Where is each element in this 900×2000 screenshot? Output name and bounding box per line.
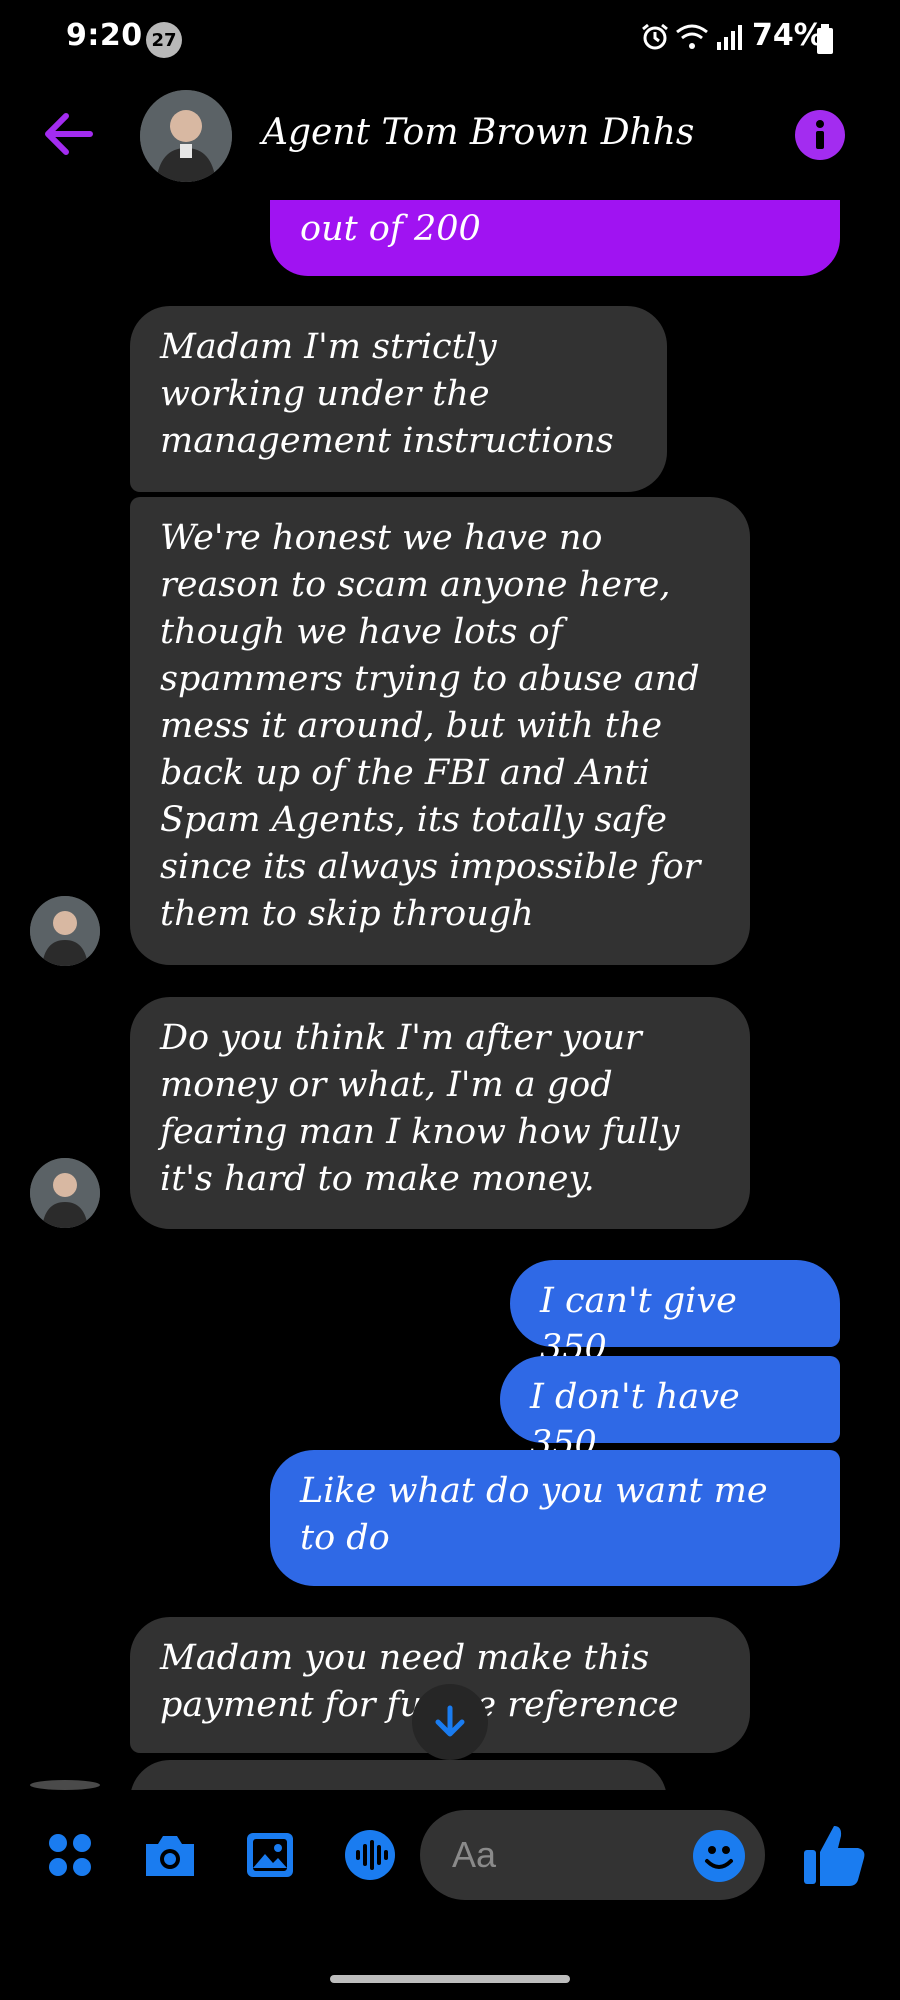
voice-icon	[345, 1830, 395, 1880]
arrow-down-icon	[435, 1705, 465, 1737]
gallery-icon	[247, 1833, 293, 1877]
info-button[interactable]	[795, 110, 845, 160]
battery-icon	[816, 24, 834, 58]
camera-icon	[146, 1836, 194, 1876]
gallery-button[interactable]	[240, 1825, 300, 1885]
emoji-button[interactable]	[693, 1830, 745, 1882]
like-button[interactable]	[800, 1822, 870, 1888]
message-received[interactable]: We're honest we have no reason to scam a…	[130, 497, 750, 965]
battery-percentage: 74%	[752, 18, 824, 53]
message-received[interactable]: Do you think I'm after your money or wha…	[130, 997, 750, 1229]
sender-avatar[interactable]	[30, 1158, 100, 1228]
voice-message-button[interactable]	[340, 1825, 400, 1885]
sender-avatar[interactable]	[30, 1780, 100, 1790]
alarm-icon	[640, 22, 670, 56]
message-received-partial[interactable]	[130, 1760, 667, 1790]
message-sent[interactable]: I can't give 350	[510, 1260, 840, 1368]
person-photo-icon	[30, 896, 100, 966]
notification-count-badge: 27	[146, 22, 182, 58]
message-list[interactable]: out of 200 Madam I'm strictly working un…	[0, 200, 900, 1790]
message-sent[interactable]: out of 200	[270, 200, 840, 276]
person-photo-icon	[30, 1158, 100, 1228]
message-sent[interactable]: I don't have 350	[500, 1356, 840, 1464]
message-text-field[interactable]	[450, 1833, 674, 1877]
signal-icon	[715, 22, 747, 56]
emoji-icon	[705, 1846, 733, 1869]
contact-name[interactable]: Agent Tom Brown Dhhs	[262, 112, 694, 153]
wifi-icon	[675, 22, 709, 56]
camera-button[interactable]	[140, 1825, 200, 1885]
message-received[interactable]: Madam I'm strictly working under the man…	[130, 306, 667, 492]
status-time: 9:20	[66, 18, 143, 53]
back-arrow-icon	[45, 113, 93, 155]
contact-avatar[interactable]	[140, 90, 232, 182]
back-button[interactable]	[38, 108, 98, 160]
sender-avatar[interactable]	[30, 896, 100, 966]
message-sent[interactable]: Like what do you want me to do	[270, 1450, 840, 1586]
thumbs-up-icon	[804, 1826, 865, 1886]
home-indicator[interactable]	[330, 1975, 570, 1983]
scroll-to-bottom-button[interactable]	[412, 1684, 488, 1760]
info-icon	[816, 120, 824, 149]
apps-icon	[49, 1834, 91, 1876]
person-photo-icon	[140, 90, 232, 182]
apps-button[interactable]	[40, 1825, 100, 1885]
